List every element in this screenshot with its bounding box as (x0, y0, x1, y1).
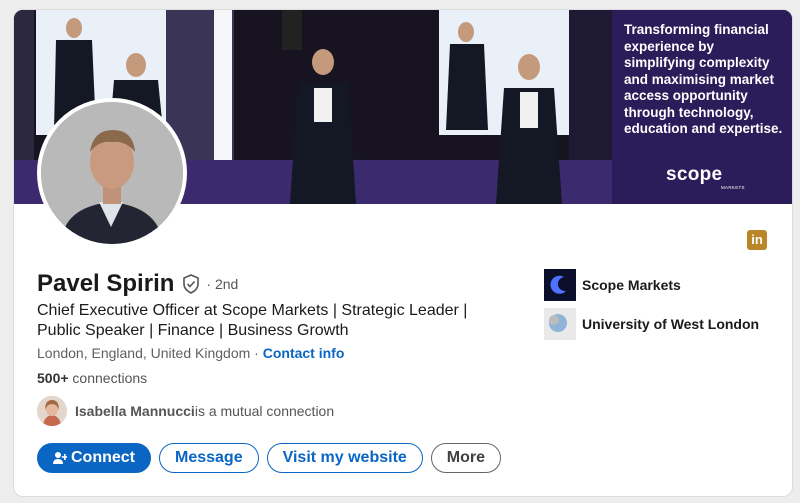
profile-card: Transforming financial experience by sim… (14, 10, 792, 496)
verified-shield-icon[interactable] (182, 274, 200, 294)
connect-button[interactable]: Connect (37, 443, 151, 473)
mutual-connection-suffix: is a mutual connection (194, 403, 335, 419)
org-scope-markets[interactable]: Scope Markets (544, 269, 681, 301)
visit-website-button[interactable]: Visit my website (266, 443, 423, 473)
profile-location: London, England, United Kingdom (37, 345, 251, 361)
org-university-west-london[interactable]: University of West London (544, 308, 759, 340)
location-separator: · (250, 345, 263, 361)
profile-headline: Chief Executive Officer at Scope Markets… (37, 302, 468, 339)
profile-location-row: London, England, United Kingdom · Contac… (37, 345, 344, 361)
connection-degree: · 2nd (206, 276, 239, 292)
add-person-icon (53, 452, 67, 464)
profile-photo-image (41, 102, 183, 244)
connections-count: 500+ (37, 370, 69, 386)
scope-markets-logo (544, 269, 576, 301)
university-west-london-logo (544, 308, 576, 340)
mutual-connection-row[interactable]: Isabella Mannucci is a mutual connection (37, 396, 334, 426)
scope-logo-sub: MARKETS (721, 185, 745, 190)
scope-logo: scope (666, 164, 723, 185)
connections-count-row[interactable]: 500+ connections (37, 370, 147, 386)
profile-actions: Connect Message Visit my website More (37, 443, 502, 473)
more-button[interactable]: More (430, 443, 502, 473)
org-scope-markets-name: Scope Markets (582, 277, 681, 293)
profile-photo[interactable] (37, 98, 187, 248)
connections-label: connections (68, 370, 148, 386)
message-button[interactable]: Message (159, 443, 259, 473)
mutual-connection-avatar (37, 396, 67, 426)
linkedin-icon[interactable]: in (747, 230, 767, 250)
contact-info-link[interactable]: Contact info (263, 345, 345, 361)
profile-name: Pavel Spirin (37, 270, 175, 297)
name-row: Pavel Spirin · 2nd (37, 270, 238, 298)
connect-button-label: Connect (71, 449, 135, 466)
org-university-west-london-name: University of West London (582, 316, 760, 332)
mutual-connection-name: Isabella Mannucci (75, 403, 195, 419)
banner-tagline: Transforming financial experience by sim… (624, 22, 783, 136)
